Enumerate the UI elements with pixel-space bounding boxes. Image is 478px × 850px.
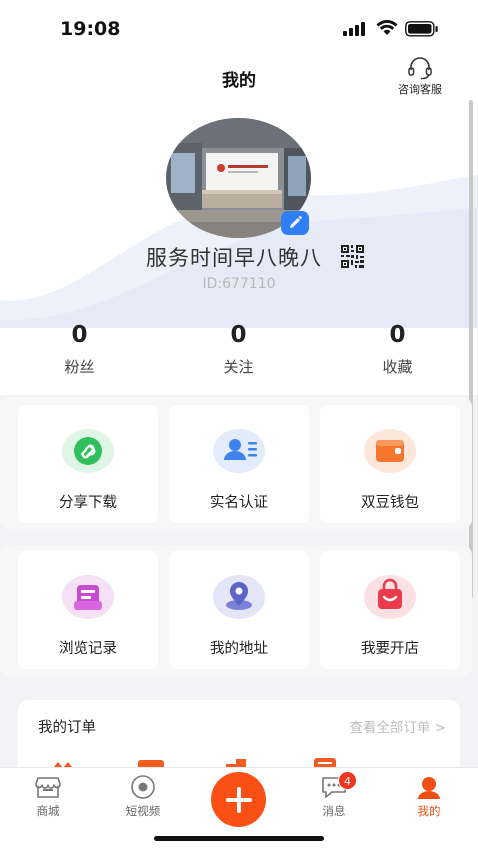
tab-short-video[interactable]: 短视频 (103, 774, 183, 819)
status-time: 19:08 (60, 18, 121, 40)
stat-followers[interactable]: 0 粉丝 (0, 322, 159, 377)
tile-my-address[interactable]: 我的地址 (169, 551, 309, 669)
tile-label: 分享下载 (59, 495, 117, 511)
qr-code-icon[interactable] (341, 245, 364, 268)
store-icon (35, 777, 61, 798)
tab-label: 短视频 (125, 804, 161, 818)
signal-icon (343, 22, 365, 36)
stat-label: 收藏 (382, 358, 413, 376)
services-panel-2: 浏览记录 我的地址 我要开店 (0, 545, 472, 677)
profile-page: 19:08 我的 咨询客服 服务时间早八晚八 ID:677110 0 粉丝 0 … (0, 0, 478, 850)
battery-icon (405, 21, 438, 37)
stat-value: 0 (389, 322, 406, 348)
shop-bag-icon (364, 575, 416, 619)
share-link-icon (62, 429, 114, 473)
tab-store[interactable]: 商城 (8, 774, 88, 819)
tile-label: 我要开店 (361, 641, 419, 657)
profile-icon (418, 777, 440, 799)
stats-row: 0 粉丝 0 关注 0 收藏 (0, 322, 478, 377)
tile-label: 我的地址 (210, 641, 268, 657)
orders-title: 我的订单 (38, 720, 96, 736)
tile-label: 实名认证 (210, 495, 268, 511)
tile-label: 浏览记录 (59, 641, 117, 657)
user-id: ID:677110 (202, 276, 276, 292)
create-post-button[interactable] (211, 772, 266, 827)
unread-badge: 4 (338, 771, 357, 790)
username: 服务时间早八晚八 (146, 246, 322, 270)
tab-label: 商城 (36, 804, 60, 818)
customer-service-label: 咨询客服 (398, 83, 442, 96)
tile-open-shop[interactable]: 我要开店 (320, 551, 460, 669)
video-icon (131, 775, 155, 799)
plus-icon (225, 786, 252, 813)
home-indicator (154, 836, 324, 841)
wifi-icon (376, 20, 398, 35)
history-icon (62, 575, 114, 619)
customer-service-button[interactable]: 咨询客服 (392, 56, 448, 97)
stat-label: 粉丝 (64, 358, 95, 376)
tile-wallet[interactable]: 双豆钱包 (320, 405, 460, 523)
stat-favorites[interactable]: 0 收藏 (318, 322, 477, 377)
tab-messages[interactable]: 4 消息 (294, 771, 374, 819)
tile-browse-history[interactable]: 浏览记录 (18, 551, 158, 669)
stat-following[interactable]: 0 关注 (159, 322, 318, 377)
id-card-icon (213, 429, 265, 473)
stat-label: 关注 (223, 358, 254, 376)
edit-profile-button[interactable] (281, 211, 309, 235)
stat-value: 0 (230, 322, 247, 348)
wallet-icon (364, 429, 416, 473)
tab-label: 消息 (322, 804, 346, 818)
tile-label: 双豆钱包 (361, 495, 419, 511)
tab-profile[interactable]: 我的 (389, 774, 469, 819)
tab-label: 我的 (417, 804, 441, 818)
view-all-orders-link[interactable]: 查看全部订单 > (349, 716, 446, 736)
stat-value: 0 (71, 322, 88, 348)
location-icon (213, 575, 265, 619)
tile-real-name-auth[interactable]: 实名认证 (169, 405, 309, 523)
headset-icon (408, 57, 432, 80)
pencil-icon (290, 216, 302, 228)
services-panel-1: 分享下载 实名认证 双豆钱包 (0, 397, 472, 529)
tile-share-download[interactable]: 分享下载 (18, 405, 158, 523)
status-bar: 19:08 (0, 0, 478, 58)
